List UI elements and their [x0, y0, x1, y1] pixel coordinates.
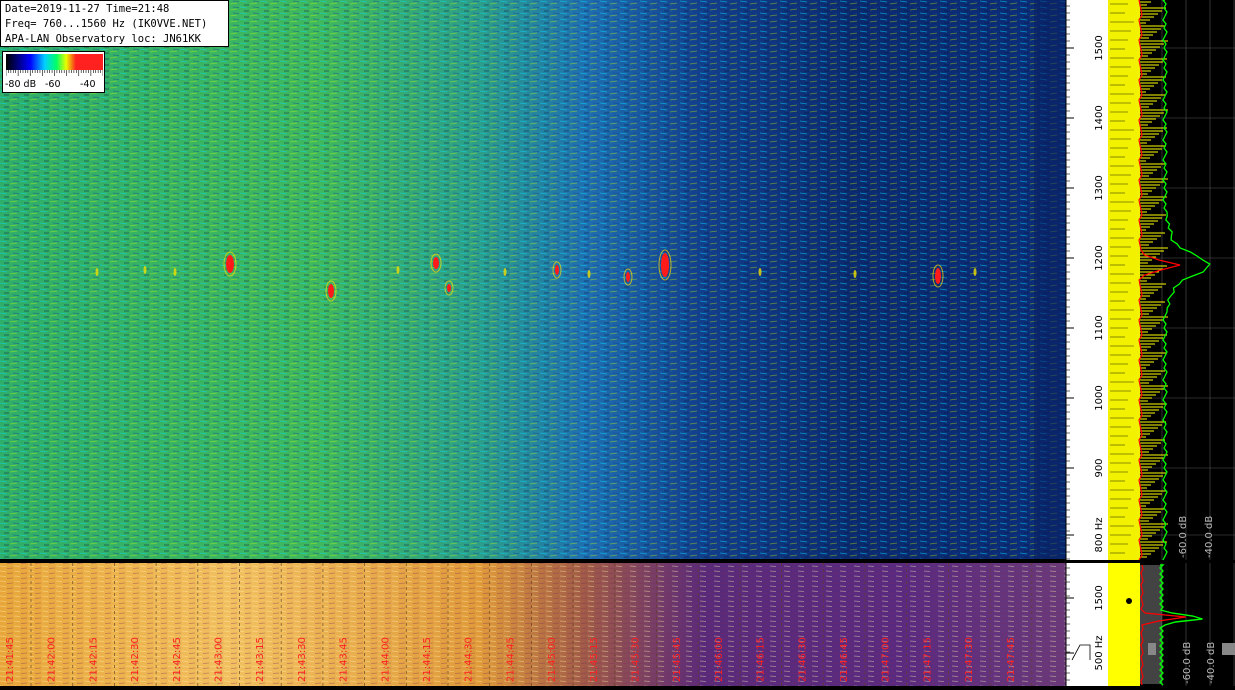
time-label: 21:44:15 — [422, 637, 433, 682]
upper-frequency-axis: 1500 1400 1300 1200 1100 1000 900 800 Hz — [1065, 0, 1108, 560]
meteor-echo — [626, 272, 630, 282]
time-label: 21:47:30 — [964, 637, 975, 682]
upper-waterfall — [0, 0, 1066, 560]
upper-spectrum-panel: -60.0 dB -40.0 dB — [1108, 0, 1235, 561]
info-freq-line: Freq= 760...1560 Hz (IK0VVE.NET) — [5, 18, 208, 30]
faint-echo — [973, 268, 977, 276]
time-label: 21:46:45 — [839, 637, 850, 682]
legend-label-max: -40 — [80, 79, 96, 90]
time-label: 21:47:15 — [922, 637, 933, 682]
freq-tick-label: 1400 — [1094, 105, 1105, 130]
meteor-echo — [447, 284, 451, 292]
time-label: 21:42:45 — [172, 637, 183, 682]
time-label: 21:42:00 — [47, 637, 58, 682]
legend-label-min: -80 dB — [5, 79, 37, 90]
meteor-echo — [555, 265, 559, 275]
freq-tick-label: 1300 — [1094, 175, 1105, 200]
time-label: 21:43:15 — [255, 637, 266, 682]
gray-marker — [1222, 643, 1235, 655]
meteor-echo — [433, 257, 439, 269]
time-label: 21:41:45 — [5, 637, 16, 682]
spectrum-db-label: -60.0 dB — [1182, 642, 1193, 684]
meteor-echo — [935, 268, 941, 284]
color-scale-bar — [6, 54, 103, 70]
spectrogram-svg: 21:41:45 21:42:00 21:42:15 21:42:30 21:42:45… — [0, 0, 1235, 686]
meteor-echo — [661, 253, 669, 277]
faint-echo — [173, 268, 177, 276]
time-label: 21:47:45 — [1006, 637, 1017, 682]
faint-echo — [587, 270, 591, 278]
time-label: 21:42:30 — [130, 637, 141, 682]
time-label: 21:45:00 — [547, 637, 558, 682]
meteor-echo — [226, 255, 234, 273]
time-label: 21:43:00 — [214, 637, 225, 682]
legend-label-mid: -60 — [45, 79, 61, 90]
faint-echo — [95, 268, 99, 276]
faint-echo — [853, 270, 857, 278]
time-label: 21:44:30 — [464, 637, 475, 682]
faint-echo — [396, 266, 400, 274]
time-label: 21:45:45 — [672, 637, 683, 682]
spectrum-db-label: -40.0 dB — [1206, 642, 1217, 684]
spectrum-db-label: -40.0 dB — [1204, 516, 1215, 558]
freq-tick-label: 1100 — [1094, 315, 1105, 340]
info-date-line: Date=2019-11-27 Time=21:48 — [5, 3, 170, 15]
faint-echo — [143, 266, 147, 274]
waterfall-separator — [0, 559, 1066, 563]
time-label: 21:43:45 — [339, 637, 350, 682]
faint-echo — [503, 268, 507, 276]
color-scale-ticks — [6, 70, 103, 76]
info-location-line: APA-LAN Observatory loc: JN61KK — [5, 33, 201, 45]
freq-tick-label: 1000 — [1094, 385, 1105, 410]
time-label: 21:47:00 — [881, 637, 892, 682]
spectrogram-display: 21:41:45 21:42:00 21:42:15 21:42:30 21:42:45… — [0, 0, 1235, 686]
time-label: 21:44:00 — [380, 637, 391, 682]
gray-marker — [1148, 643, 1156, 655]
spectrum-db-label: -60.0 dB — [1178, 516, 1189, 558]
freq-tick-label: 1500 — [1094, 585, 1105, 610]
freq-tick-label: 500 Hz — [1094, 635, 1105, 670]
freq-tick-label: 1200 — [1094, 245, 1105, 270]
time-label: 21:46:00 — [714, 637, 725, 682]
time-label: 21:44:45 — [505, 637, 516, 682]
lower-spectrum-panel: -60.0 dB -40.0 dB — [1108, 563, 1235, 686]
lower-frequency-axis: 1500 500 Hz — [1065, 563, 1108, 686]
freq-tick-label: 800 Hz — [1094, 517, 1105, 552]
freq-tick-label: 1500 — [1094, 35, 1105, 60]
marker-dot — [1126, 598, 1132, 604]
color-scale-legend: -80 dB -60 -40 — [2, 51, 105, 93]
freq-tick-label: 900 — [1094, 458, 1105, 477]
time-label: 21:42:15 — [88, 637, 99, 682]
faint-echo — [758, 268, 762, 276]
time-label: 21:46:15 — [756, 637, 767, 682]
meteor-echo — [328, 284, 334, 298]
lower-waterfall — [0, 563, 1066, 686]
time-label: 21:45:15 — [589, 637, 600, 682]
info-box: Date=2019-11-27 Time=21:48 Freq= 760...1… — [0, 0, 229, 47]
time-label: 21:45:30 — [631, 637, 642, 682]
time-label: 21:46:30 — [797, 637, 808, 682]
time-label: 21:43:30 — [297, 637, 308, 682]
